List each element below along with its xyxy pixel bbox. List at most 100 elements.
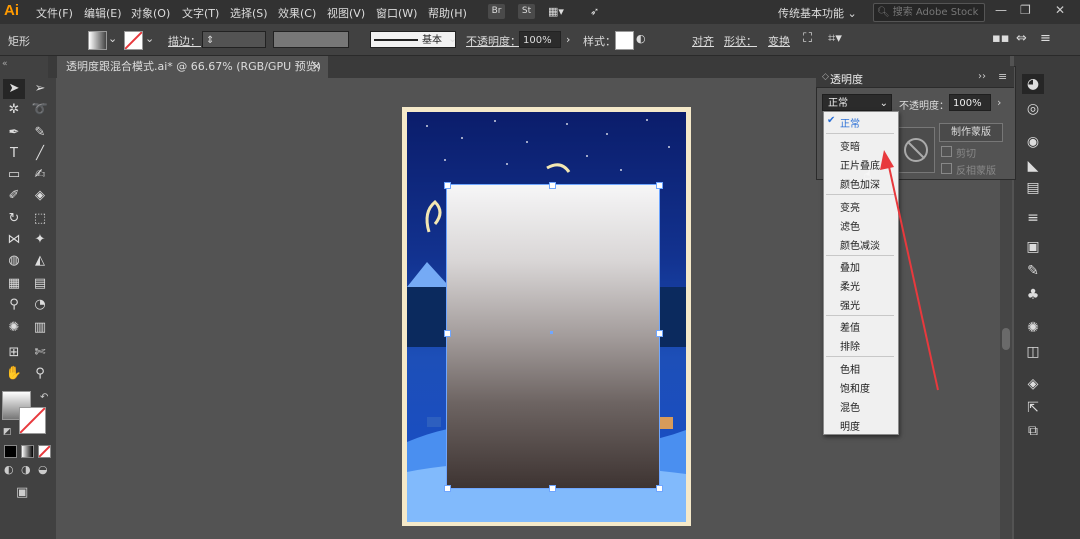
direct-selection-icon[interactable]: ➢ bbox=[29, 79, 51, 99]
workspace-switcher[interactable]: 传统基本功能 ⌄ bbox=[778, 5, 857, 21]
blend-option-luminosity[interactable]: 明度 bbox=[840, 418, 860, 433]
blend-option-lighten[interactable]: 变亮 bbox=[840, 199, 860, 214]
close-tab-icon[interactable]: ✕ bbox=[312, 56, 321, 78]
gpu-rocket-icon[interactable]: ➶ bbox=[590, 5, 599, 18]
isolate-icon[interactable]: ⌗▾ bbox=[828, 31, 842, 46]
stroke-weight-field[interactable]: ⇕ bbox=[202, 31, 266, 48]
expand-panel-icon[interactable]: ›› bbox=[978, 71, 986, 82]
chevron-right-icon[interactable]: › bbox=[997, 96, 1001, 109]
blend-option-overlay[interactable]: 叠加 bbox=[840, 259, 860, 274]
symbols-icon[interactable]: ♣ bbox=[1022, 285, 1044, 305]
menu-window[interactable]: 窗口(W) bbox=[376, 5, 417, 21]
perspective-icon[interactable]: ◭ bbox=[29, 251, 51, 271]
stroke-icon[interactable]: ≡ bbox=[1022, 208, 1044, 228]
selection-handle[interactable] bbox=[444, 182, 451, 189]
rotate-icon[interactable]: ↻ bbox=[3, 209, 25, 229]
stock-search-field[interactable]: 🔍︎ 搜索 Adobe Stock bbox=[873, 3, 985, 22]
lasso-icon[interactable]: ➰ bbox=[29, 100, 51, 120]
shape-builder-icon[interactable]: ◍ bbox=[3, 251, 25, 271]
restore-button[interactable]: ❐ bbox=[1020, 3, 1031, 17]
stroke-swatch[interactable] bbox=[124, 31, 143, 50]
align-link[interactable]: 对齐 bbox=[692, 33, 714, 49]
transform-link[interactable]: 变换 bbox=[768, 33, 790, 49]
zoom-icon[interactable]: ⚲ bbox=[29, 364, 51, 384]
line-icon[interactable]: ╱ bbox=[29, 144, 51, 164]
blend-option-exclusion[interactable]: 排除 bbox=[840, 338, 860, 353]
gradient-mode-icon[interactable] bbox=[21, 445, 34, 458]
symbol-sprayer-icon[interactable]: ✺ bbox=[3, 318, 25, 338]
variable-width-profile[interactable] bbox=[273, 31, 349, 48]
fill-swatch[interactable] bbox=[88, 31, 107, 50]
panel-menu-icon[interactable]: ≡ bbox=[998, 70, 1007, 83]
magic-wand-icon[interactable]: ✲ bbox=[3, 100, 25, 120]
chevron-down-icon[interactable]: ⌄ bbox=[108, 32, 117, 45]
shape-label[interactable]: 形状： bbox=[724, 33, 757, 49]
none-mode-icon[interactable] bbox=[38, 445, 51, 458]
blend-option-hard-light[interactable]: 强光 bbox=[840, 297, 860, 312]
curvature-icon[interactable]: ✎ bbox=[29, 123, 51, 143]
menu-file[interactable]: 文件(F) bbox=[36, 5, 73, 21]
chevron-down-icon[interactable]: ⌄ bbox=[145, 32, 154, 45]
gradient-icon[interactable]: ▤ bbox=[29, 274, 51, 294]
appearance-icon[interactable]: ◎ bbox=[1022, 99, 1044, 119]
asset-export-icon[interactable]: ◫ bbox=[1022, 342, 1044, 362]
document-tab[interactable]: 透明度跟混合模式.ai* @ 66.67% (RGB/GPU 预览) ✕ bbox=[57, 56, 328, 78]
export-icon[interactable]: ⇱ bbox=[1022, 398, 1044, 418]
selection-handle[interactable] bbox=[549, 182, 556, 189]
eyedropper-icon[interactable]: ⚲ bbox=[3, 295, 25, 315]
draw-behind-icon[interactable]: ◑ bbox=[21, 463, 31, 476]
opacity-label[interactable]: 不透明度： bbox=[466, 33, 521, 49]
arrange-panels-icon[interactable]: ▪▪ bbox=[992, 31, 1010, 46]
stock-button[interactable]: St bbox=[518, 4, 535, 19]
type-icon[interactable]: T bbox=[3, 144, 25, 164]
bridge-button[interactable]: Br bbox=[488, 4, 505, 19]
shaper-icon[interactable]: ✐ bbox=[3, 186, 25, 206]
scrollbar-thumb[interactable] bbox=[1002, 328, 1010, 350]
hand-icon[interactable]: ✋ bbox=[3, 364, 25, 384]
gradient-rectangle[interactable] bbox=[446, 184, 660, 489]
blend-option-soft-light[interactable]: 柔光 bbox=[840, 278, 860, 293]
graphic-style-swatch[interactable] bbox=[615, 31, 634, 50]
menu-icon[interactable]: ≡ bbox=[1040, 31, 1051, 46]
draw-inside-icon[interactable]: ◒ bbox=[38, 463, 48, 476]
flip-icon[interactable]: ⇔ bbox=[1016, 31, 1027, 46]
opacity-field[interactable]: 100% bbox=[519, 31, 561, 48]
stroke-label[interactable]: 描边： bbox=[168, 33, 201, 49]
mesh-icon[interactable]: ▦ bbox=[3, 274, 25, 294]
eraser-icon[interactable]: ◈ bbox=[29, 186, 51, 206]
scale-icon[interactable]: ⬚ bbox=[29, 209, 51, 229]
draw-normal-icon[interactable]: ◐ bbox=[4, 463, 14, 476]
menu-effect[interactable]: 效果(C) bbox=[278, 5, 316, 21]
chevron-down-icon[interactable]: ⌄ bbox=[448, 32, 457, 45]
color-mode-icon[interactable] bbox=[4, 445, 17, 458]
stroke-color-swatch[interactable] bbox=[19, 407, 46, 434]
minimize-button[interactable]: — bbox=[995, 3, 1007, 17]
width-icon[interactable]: ⋈ bbox=[3, 230, 25, 250]
blend-option-normal[interactable]: 正常 bbox=[840, 115, 860, 130]
artboards-icon[interactable]: ⧉ bbox=[1022, 421, 1044, 441]
panel-grip-icon[interactable]: ◇ bbox=[822, 72, 829, 82]
transparency-panel-icon[interactable]: ◕ bbox=[1022, 74, 1044, 94]
default-colors-icon[interactable]: ◩ bbox=[3, 427, 12, 437]
color-icon[interactable]: ◉ bbox=[1022, 132, 1044, 152]
brushes-icon[interactable]: ✎ bbox=[1022, 261, 1044, 281]
blend-option-screen[interactable]: 滤色 bbox=[840, 218, 860, 233]
menu-edit[interactable]: 编辑(E) bbox=[84, 5, 122, 21]
menu-view[interactable]: 视图(V) bbox=[327, 5, 365, 21]
recolor-icon[interactable]: ◐ bbox=[636, 32, 646, 45]
layers-icon[interactable]: ◈ bbox=[1022, 374, 1044, 394]
selection-handle[interactable] bbox=[656, 485, 663, 492]
selection-handle[interactable] bbox=[656, 330, 663, 337]
menu-select[interactable]: 选择(S) bbox=[230, 5, 268, 21]
graph-icon[interactable]: ▥ bbox=[29, 318, 51, 338]
puppet-warp-icon[interactable]: ✦ bbox=[29, 230, 51, 250]
blend-option-darken[interactable]: 变暗 bbox=[840, 138, 860, 153]
menu-help[interactable]: 帮助(H) bbox=[428, 5, 467, 21]
slice-icon[interactable]: ✄ bbox=[29, 343, 51, 363]
blend-option-color[interactable]: 混色 bbox=[840, 399, 860, 414]
transform-each-icon[interactable]: ⛶ bbox=[803, 31, 812, 46]
pen-icon[interactable]: ✒ bbox=[3, 123, 25, 143]
blend-icon[interactable]: ◔ bbox=[29, 295, 51, 315]
rectangle-icon[interactable]: ▭ bbox=[3, 165, 25, 185]
brush-definition[interactable]: 基本 bbox=[370, 31, 456, 48]
